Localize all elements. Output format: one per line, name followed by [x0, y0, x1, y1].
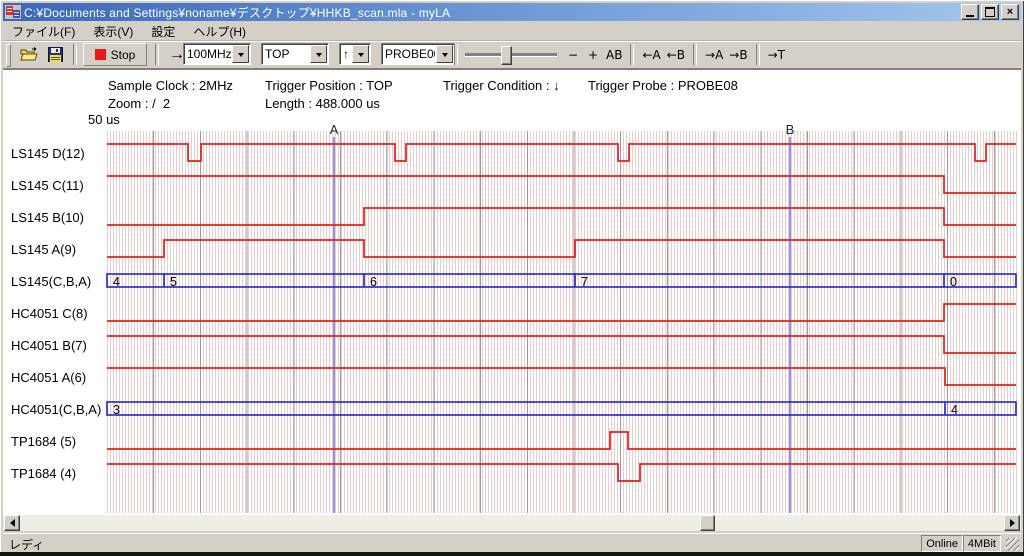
combo-value: TOP [262, 47, 309, 61]
desktop-strip [0, 552, 1024, 556]
chevron-down-icon[interactable] [232, 45, 249, 63]
sample-rate-select[interactable]: 100MHz [183, 43, 251, 65]
status-memory: 4MBit [963, 535, 1001, 552]
zoom-in-button[interactable]: + [583, 44, 603, 66]
channel-label: HC4051 C(8) [11, 306, 88, 321]
channel-label: HC4051 A(6) [11, 370, 86, 385]
channel-label: HC4051 B(7) [11, 338, 87, 353]
horizontal-scrollbar[interactable] [3, 515, 1021, 531]
stop-button[interactable]: Stop [83, 43, 147, 66]
toolbar-separator [630, 44, 634, 65]
toolbar-grip[interactable] [6, 44, 11, 67]
trigger-edge-select[interactable]: ↑ [339, 43, 371, 65]
statusbar: レディ Online 4MBit [3, 533, 1021, 553]
show-ab-button[interactable]: AB [603, 44, 625, 66]
zoom-info: Zoom : / 2 [108, 96, 170, 111]
window-controls: × [961, 4, 1019, 20]
channel-label: LS145 C(11) [11, 178, 84, 193]
combo-value: PROBE00 [382, 47, 435, 61]
channel-label: TP1684 (4) [11, 466, 76, 481]
stop-label: Stop [111, 48, 136, 62]
zoom-out-button[interactable]: − [563, 44, 583, 66]
trigger-probe-info: Trigger Probe : PROBE08 [588, 78, 738, 93]
open-file-button[interactable] [17, 43, 41, 66]
trigger-position-info: Trigger Position : TOP [265, 78, 393, 93]
scrollbar-thumb[interactable] [700, 515, 715, 531]
close-button[interactable]: × [1001, 4, 1019, 20]
zoom-slider-thumb[interactable] [501, 46, 512, 65]
close-icon: × [1007, 7, 1013, 17]
stop-icon [95, 49, 106, 60]
channel-label: LS145 D(12) [11, 146, 85, 161]
toolbar-buttons: −+AB ←A←B →A→B →T [563, 43, 788, 66]
save-file-button[interactable] [43, 43, 67, 66]
menu-settings[interactable]: 設定 [142, 21, 184, 42]
maximize-button[interactable] [981, 4, 999, 20]
window-title: C:¥Documents and Settings¥noname¥デスクトップ¥… [24, 4, 961, 21]
minimize-icon [966, 15, 974, 17]
waveform-client: Sample Clock : 2MHz Trigger Position : T… [3, 69, 1021, 515]
length-info: Length : 488.000 us [265, 96, 380, 111]
combo-row: 100MHz TOP ↑ PROBE00 [183, 43, 455, 65]
status-online: Online [921, 535, 963, 552]
time-scale-label: 50 us [88, 112, 120, 127]
channel-label: TP1684 (5) [11, 434, 76, 449]
maximize-icon [985, 7, 995, 17]
move-b-left-button[interactable]: ←B [664, 44, 688, 66]
floppy-icon [48, 47, 63, 62]
menu-view[interactable]: 表示(V) [84, 21, 142, 42]
toolbar-separator [756, 44, 760, 65]
toolbar-separator [155, 44, 159, 65]
status-text: レディ [9, 536, 44, 553]
menubar: ファイル(F)表示(V)設定ヘルプ(H) [3, 22, 1021, 41]
toolbar-separator [454, 44, 458, 65]
goto-trigger-button[interactable]: →T [765, 44, 788, 66]
minimize-button[interactable] [961, 4, 979, 20]
grid-minor [107, 131, 1017, 513]
open-folder-icon [20, 47, 38, 62]
move-a-right-button[interactable]: →A [702, 44, 726, 66]
app-icon [5, 5, 21, 19]
combo-value: ↑ [340, 47, 351, 61]
chevron-down-icon[interactable] [436, 45, 453, 63]
resize-grip[interactable] [1006, 538, 1019, 551]
titlebar[interactable]: C:¥Documents and Settings¥noname¥デスクトップ¥… [3, 3, 1021, 21]
zoom-slider[interactable] [465, 46, 557, 64]
scroll-left-button[interactable] [4, 515, 20, 531]
chevron-down-icon[interactable] [352, 45, 369, 63]
trigger-condition-info: Trigger Condition : ↓ [443, 78, 560, 93]
trigger-probe-select[interactable]: PROBE00 [381, 43, 455, 65]
channel-label: LS145 B(10) [11, 210, 84, 225]
menu-file[interactable]: ファイル(F) [3, 21, 84, 42]
sample-clock-info: Sample Clock : 2MHz [108, 78, 233, 93]
move-a-left-button[interactable]: ←A [639, 44, 663, 66]
app-window: C:¥Documents and Settings¥noname¥デスクトップ¥… [0, 0, 1024, 556]
scroll-right-icon [1010, 519, 1019, 527]
channel-label: LS145(C,B,A) [11, 274, 91, 289]
toolbar-separator [693, 44, 697, 65]
move-b-right-button[interactable]: →B [726, 44, 750, 66]
chevron-down-icon[interactable] [310, 45, 327, 63]
channel-label: HC4051(C,B,A) [11, 402, 101, 417]
toolbar-separator [73, 44, 77, 65]
menu-help[interactable]: ヘルプ(H) [184, 21, 255, 42]
trigger-position-select[interactable]: TOP [261, 43, 329, 65]
scroll-left-icon [6, 519, 15, 527]
channel-label: LS145 A(9) [11, 242, 76, 257]
combo-value: 100MHz [184, 47, 231, 61]
toolbar: Stop → 100MHzTOP↑PROBE00 −+AB←A←B→A→B→T [3, 41, 1021, 69]
scroll-right-button[interactable] [1004, 515, 1020, 531]
